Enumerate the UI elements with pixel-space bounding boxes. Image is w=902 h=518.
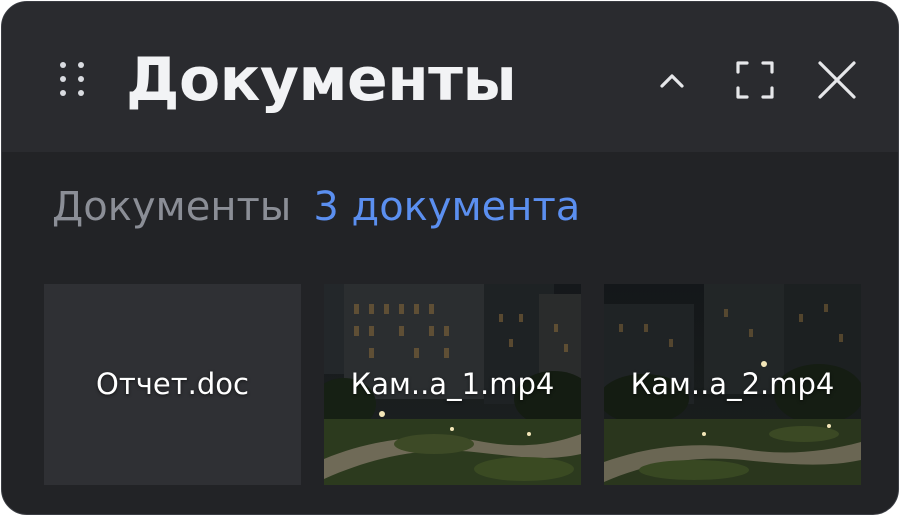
fullscreen-icon (736, 61, 774, 99)
file-name: Отчет.doc (96, 367, 249, 401)
documents-summary: Документы 3 документа (52, 180, 580, 234)
chevron-up-icon (660, 74, 684, 88)
fullscreen-button[interactable] (727, 52, 783, 108)
file-name: Кам..а_2.mp4 (630, 367, 835, 401)
file-name: Кам..а_1.mp4 (350, 367, 555, 401)
panel-header: Документы (2, 2, 898, 152)
close-button[interactable] (809, 52, 865, 108)
close-icon (818, 61, 856, 99)
summary-label: Документы (52, 184, 292, 230)
file-tile[interactable]: Кам..а_1.mp4 (324, 284, 581, 485)
file-tile[interactable]: Кам..а_2.mp4 (604, 284, 861, 485)
documents-count-link[interactable]: 3 документа (313, 184, 580, 230)
file-tile[interactable]: Отчет.doc (44, 284, 301, 485)
panel-title: Документы (126, 45, 517, 115)
drag-handle-icon[interactable] (60, 62, 90, 102)
documents-panel: Документы Документы 3 документа Отчет.do… (1, 1, 899, 515)
collapse-button[interactable] (644, 52, 700, 108)
